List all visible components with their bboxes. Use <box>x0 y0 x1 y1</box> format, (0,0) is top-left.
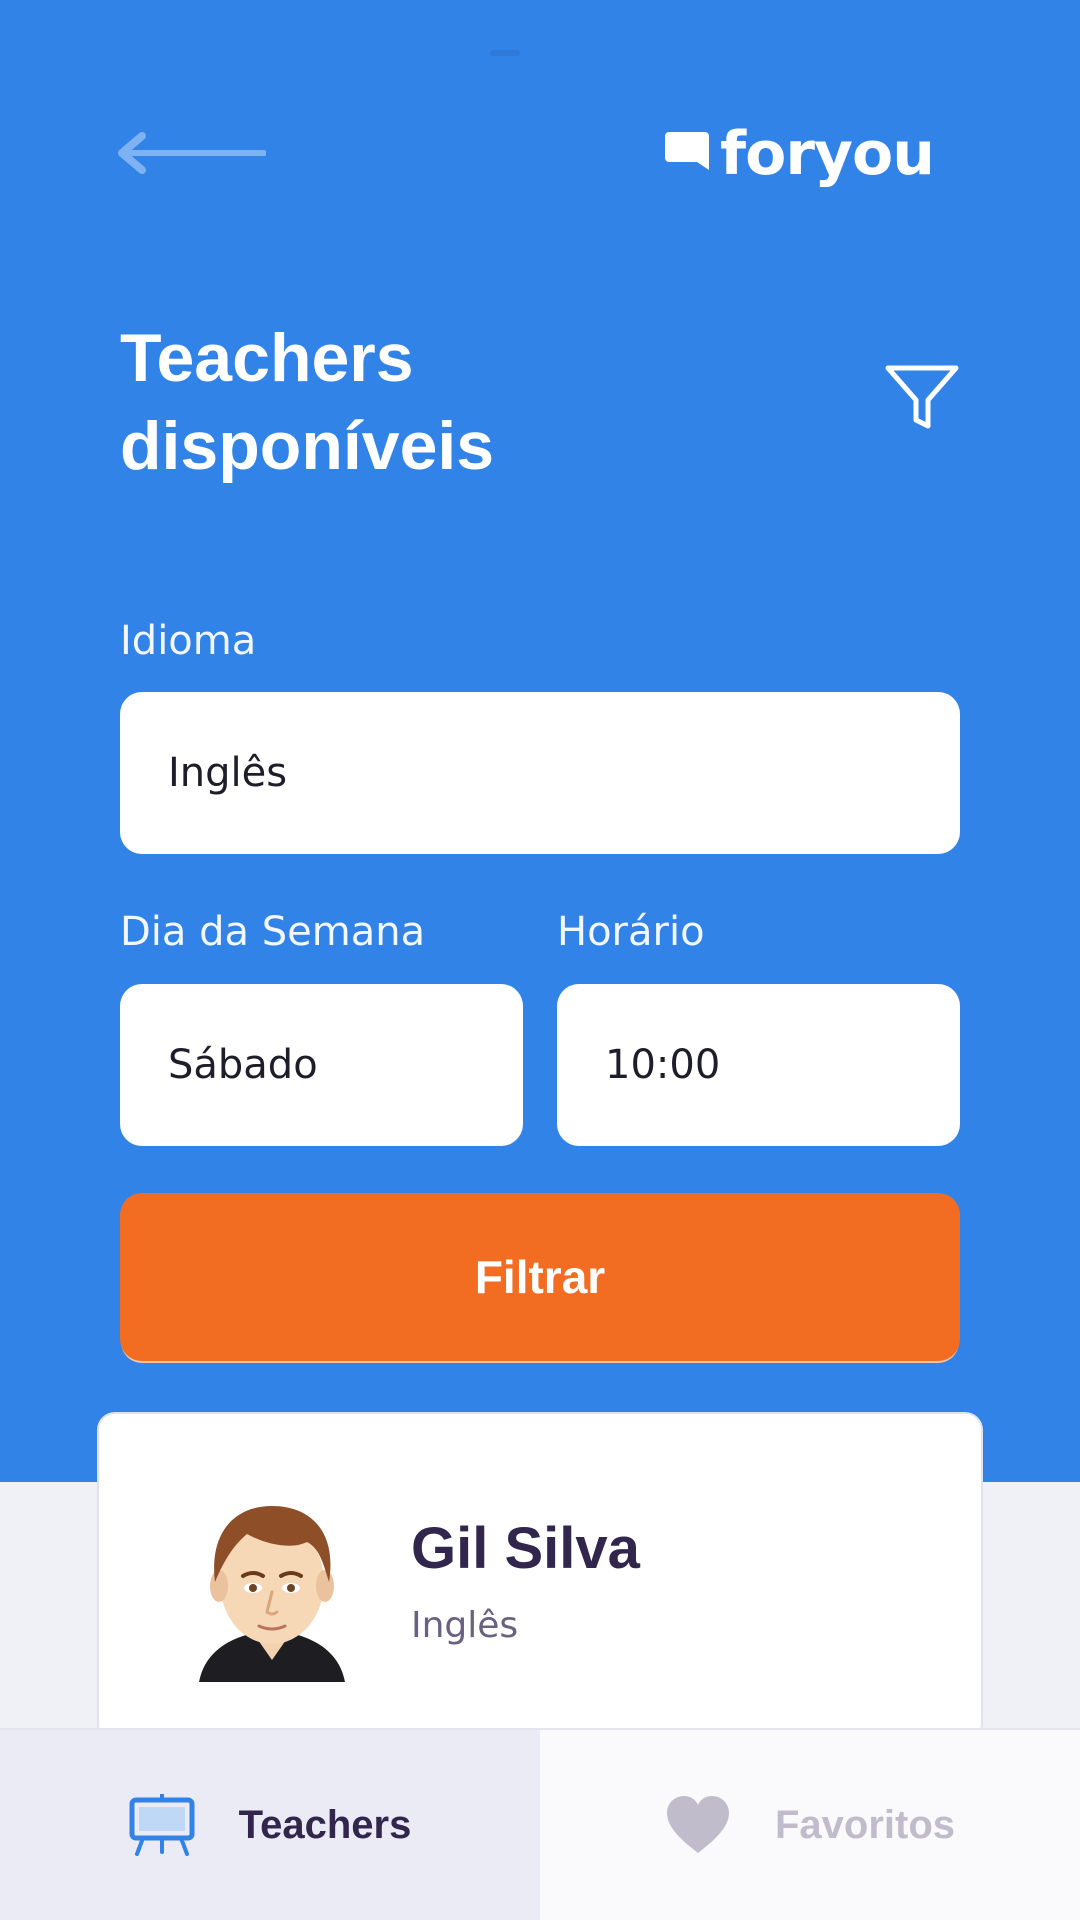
dia-semana-select[interactable]: Sábado <box>120 984 523 1146</box>
chat-bubble-icon <box>665 132 709 170</box>
page-title-line1: Teachers <box>120 320 414 396</box>
teacher-avatar <box>199 1506 345 1682</box>
idioma-select[interactable]: Inglês <box>120 692 960 854</box>
dia-semana-value: Sábado <box>168 1042 318 1088</box>
teacher-subject: Inglês <box>411 1605 519 1646</box>
heart-icon <box>666 1796 729 1853</box>
tab-favoritos-label: Favoritos <box>774 1802 956 1847</box>
tab-teachers[interactable]: Teachers <box>0 1730 540 1920</box>
dia-semana-label: Dia da Semana <box>120 909 426 955</box>
filter-icon[interactable] <box>884 364 960 432</box>
logo-text: foryou <box>720 119 935 189</box>
page-title-line2: disponíveis <box>120 408 495 484</box>
horario-value: 10:00 <box>605 1042 721 1088</box>
tab-teachers-label: Teachers <box>238 1802 412 1847</box>
camera-notch <box>490 50 520 56</box>
header-background: foryou Teachers disponíveis Idioma Inglê… <box>0 0 1080 1482</box>
horario-input[interactable]: 10:00 <box>557 984 960 1146</box>
easel-icon <box>129 1794 195 1856</box>
back-arrow-icon[interactable] <box>116 128 266 178</box>
foryou-logo: foryou <box>664 118 935 190</box>
idioma-label: Idioma <box>120 618 257 664</box>
page-title: Teachers disponíveis <box>120 314 720 490</box>
tab-favoritos[interactable]: Favoritos <box>540 1730 1080 1920</box>
teacher-name: Gil Silva <box>411 1516 640 1581</box>
horario-label: Horário <box>557 909 705 955</box>
idioma-value: Inglês <box>168 750 288 796</box>
filtrar-button[interactable]: Filtrar <box>120 1193 960 1361</box>
teacher-card[interactable]: Gil Silva Inglês <box>97 1412 983 1742</box>
bottom-tab-bar: Teachers Favoritos <box>0 1728 1080 1920</box>
